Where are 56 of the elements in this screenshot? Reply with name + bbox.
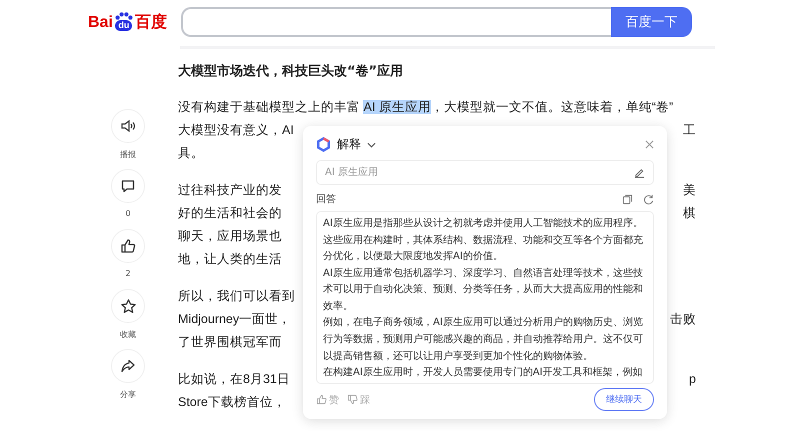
share-icon — [120, 358, 136, 374]
share-button[interactable] — [111, 349, 145, 383]
paragraph-text: Store下载榜首位， — [178, 395, 286, 409]
thumbs-down-icon — [347, 394, 358, 405]
refresh-icon[interactable] — [643, 194, 654, 205]
paragraph-text: 美 — [683, 182, 696, 199]
paragraph-text: 棋 — [683, 205, 696, 222]
dislike-button[interactable]: 踩 — [347, 392, 370, 406]
answer-label: 回答 — [316, 193, 336, 206]
highlighted-text: AI 原生应用 — [363, 100, 431, 114]
comment-icon — [120, 178, 136, 194]
comment-button[interactable] — [111, 169, 145, 203]
answer-text: AI原生应用通常包括机器学习、深度学习、自然语言处理等技术，这些技术可以用于自动化决策、预测、分类等任务，从而大大提高应用的性能和效率。 — [323, 266, 644, 314]
query-field[interactable]: AI 原生应用 — [316, 160, 654, 186]
answer-text: 在构建AI原生应用时，开发人员需要使用专门的AI开发工具和框架，例如 — [323, 366, 644, 380]
like-button[interactable] — [111, 229, 145, 263]
search-field[interactable] — [180, 7, 611, 37]
edit-icon[interactable] — [634, 166, 645, 178]
close-icon[interactable] — [645, 140, 654, 150]
favorite-button[interactable] — [111, 289, 145, 323]
speaker-button[interactable] — [111, 109, 145, 143]
caret-icon[interactable] — [367, 142, 376, 148]
search-button[interactable]: 百度一下 — [610, 7, 692, 37]
action-label: 分享 — [120, 389, 136, 400]
paragraph-text: 好的生活和社会的 — [178, 206, 282, 220]
speaker-icon — [120, 118, 136, 134]
paragraph-text: 击败 — [670, 311, 696, 328]
popup-title[interactable]: 解释 — [337, 136, 361, 154]
paragraph-text: 大模型没有意义，AI — [178, 123, 294, 137]
count-label: 0 — [125, 209, 131, 218]
action-label: 播报 — [120, 149, 136, 160]
continue-chat-button[interactable]: 继续聊天 — [594, 388, 654, 411]
thumbs-up-icon — [120, 238, 136, 254]
paragraph-text: p — [689, 371, 696, 388]
thumbs-up-icon — [316, 394, 327, 405]
hexagon-logo-icon — [316, 137, 331, 152]
answer-text: AI原生应用是指那些从设计之初就考虑并使用人工智能技术的应用程序。这些应用在构建时，其体系结构、数据流程、功能和交互等各个方面都充分优化，以便最大限度地发挥AI的价值。 — [323, 216, 644, 264]
paragraph-text: Midjourney一面世， — [178, 312, 292, 326]
paragraph-text: ，大模型就一文不值。这意味着，单纯“卷” — [430, 100, 674, 114]
action-label: 收藏 — [120, 329, 136, 340]
paragraph-text: 没有构建于基础模型之上的丰富 — [178, 100, 361, 114]
paragraph-text: 比如说，在8月31日 — [178, 372, 290, 386]
paragraph-text: 聊天，应用场景也 — [178, 229, 282, 243]
paragraph-text: 工 — [683, 122, 696, 139]
paragraph-text: 具。 — [178, 146, 204, 160]
article-title: 大模型市场迭代，科技巨头改“卷”应用 — [178, 62, 404, 81]
paragraph-text: 所以，我们可以看到 — [178, 289, 295, 303]
paragraph-text: 了世界围棋冠军而 — [178, 335, 282, 349]
answer-text: 例如，在电子商务领域，AI原生应用可以通过分析用户的购物历史、浏览行为等数据，预测用户可能感兴趣的商品，并自动推荐给用户。这不仅可以提高销售额，还可以让用户享受到更加个性化的购物体验。 — [323, 316, 644, 364]
star-icon — [120, 298, 136, 314]
paragraph-text: 过往科技产业的发 — [178, 183, 282, 197]
paragraph-text: 地，让人类的生活 — [178, 252, 282, 266]
copy-icon[interactable] — [622, 194, 633, 205]
baidu-logo[interactable]: Bai du 百度 — [88, 12, 167, 30]
like-button[interactable]: 赞 — [316, 392, 339, 406]
count-label: 2 — [125, 269, 131, 278]
